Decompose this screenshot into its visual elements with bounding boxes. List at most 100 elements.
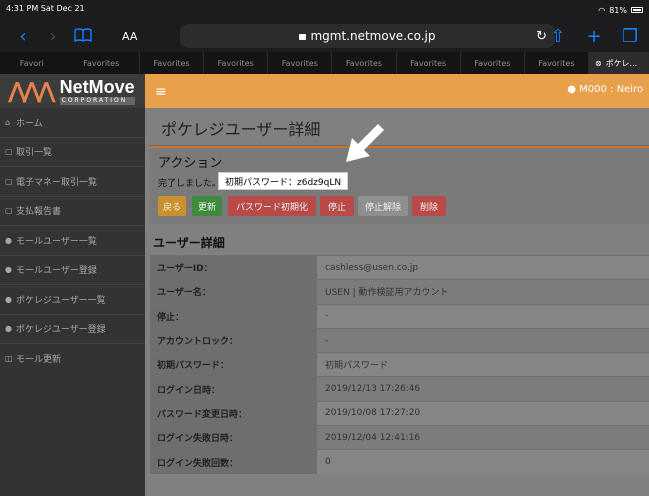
user-name: M000 : Neiro xyxy=(579,84,643,95)
tab-label: Favori xyxy=(19,58,44,68)
tab-favorites[interactable]: Favorites xyxy=(140,52,205,74)
battery-icon xyxy=(631,7,643,13)
users-icon: ● xyxy=(5,324,12,334)
close-tab-icon[interactable]: ⊗ xyxy=(595,59,602,68)
tab-favorites-group[interactable]: Favori Favorites xyxy=(0,52,140,74)
table-row: ユーザーID： cashless@usen.co.jp xyxy=(150,255,649,280)
sidebar-item-pokereji-users[interactable]: ● ポケレジユーザー一覧 xyxy=(0,285,145,315)
bookmarks-icon[interactable] xyxy=(68,26,98,47)
lock-icon xyxy=(299,34,307,40)
delete-button[interactable]: 削除 xyxy=(412,196,446,216)
battery-percent: 81% xyxy=(609,5,627,15)
row-key: 初期パスワード： xyxy=(150,353,317,377)
update-button[interactable]: 更新 xyxy=(192,196,222,216)
row-value: 2019/12/04 12:41:16 xyxy=(317,426,649,450)
sidebar-item-label: モールユーザー登録 xyxy=(16,266,97,277)
status-bar: 4:31 PM Sat Dec 21 ◠ 81% xyxy=(0,0,649,20)
user-icon: ● xyxy=(567,84,576,95)
reset-password-button[interactable]: パスワード初期化 xyxy=(228,196,316,216)
row-value: USEN | 動作検証用アカウント xyxy=(317,280,649,304)
share-icon[interactable]: ⇧ xyxy=(543,26,573,47)
tab-favorites[interactable]: Favorites xyxy=(461,52,525,74)
netmove-logo-icon: ⋀⋀⋀ xyxy=(8,78,56,104)
table-row: 初期パスワード： 初期パスワード xyxy=(150,352,649,377)
top-navbar: ≡ ● M000 : Neiro xyxy=(145,74,649,108)
action-title: アクション xyxy=(158,156,223,171)
sidebar-item-label: モールユーザー一覧 xyxy=(16,236,97,247)
safari-toolbar: ‹ › AA mgmt.netmove.co.jp ↻ ⇧ + ❐ xyxy=(0,20,649,52)
tab-bar: Favori Favorites Favorites Favorites Fav… xyxy=(0,52,649,74)
unsuspend-button[interactable]: 停止解除 xyxy=(358,196,408,216)
row-key: アカウントロック： xyxy=(150,328,317,353)
text-size-button[interactable]: AA xyxy=(122,30,137,43)
tab-favorites[interactable]: Favorites xyxy=(525,52,589,74)
sidebar-item-home[interactable]: ⌂ ホーム xyxy=(0,108,145,138)
row-value: 2019/10/08 17:27:20 xyxy=(317,401,649,426)
page-title: ポケレジユーザー詳細 xyxy=(161,120,321,139)
main-content: ポケレジユーザー詳細 アクション 完了しました。 初期パスワード：z6dz9qL… xyxy=(145,108,649,496)
user-menu[interactable]: ● M000 : Neiro xyxy=(567,84,643,95)
table-row: ログイン失敗日時： 2019/12/04 12:41:16 xyxy=(150,425,649,450)
tab-label: ポケレ... xyxy=(605,58,638,68)
row-value: - xyxy=(317,328,649,353)
row-key: ユーザー名： xyxy=(150,280,317,304)
ipad-screen: 4:31 PM Sat Dec 21 ◠ 81% ‹ › AA mgmt.net… xyxy=(0,0,649,496)
action-panel: アクション 完了しました。 初期パスワード：z6dz9qLN 戻る 更新 パスワ… xyxy=(150,146,649,224)
row-value: 2019/12/13 17:26:46 xyxy=(317,377,649,401)
table-row: パスワード変更日時： 2019/10/08 17:27:20 xyxy=(150,400,649,426)
sidebar-item-payment-report[interactable]: ▢ 支払報告書 xyxy=(0,197,145,226)
row-value: 0 xyxy=(317,450,649,474)
sidebar-item-label: 支払報告書 xyxy=(16,207,62,218)
brand-name: NetMove xyxy=(59,76,135,97)
new-tab-icon[interactable]: + xyxy=(579,26,609,47)
details-table: ユーザーID： cashless@usen.co.jp ユーザー名： USEN | … xyxy=(150,255,649,474)
sidebar-item-emoney-transactions[interactable]: ▢ 電子マネー取引一覧 xyxy=(0,167,145,197)
sidebar-item-transactions[interactable]: ▢ 取引一覧 xyxy=(0,138,145,167)
table-row: ユーザー名： USEN | 動作検証用アカウント xyxy=(150,279,649,304)
document-icon: ▢ xyxy=(5,147,13,157)
tab-favorites[interactable]: Favorites xyxy=(397,52,461,74)
sidebar-item-mall-update[interactable]: ◫ モール更新 xyxy=(0,344,145,374)
sidebar-item-label: 取引一覧 xyxy=(16,148,53,159)
back-button[interactable]: 戻る xyxy=(158,196,186,216)
row-value: - xyxy=(317,304,649,328)
table-row: ログイン日時： 2019/12/13 17:26:46 xyxy=(150,376,649,401)
hamburger-menu-icon[interactable]: ≡ xyxy=(155,84,167,100)
row-value: 初期パスワード xyxy=(317,353,649,377)
sidebar: ⌂ ホーム ▢ 取引一覧 ▢ 電子マネー取引一覧 ▢ 支払報告書 ● モールユーザー一覧 … xyxy=(0,108,145,496)
details-title: ユーザー詳細 xyxy=(153,236,225,250)
table-row: アカウントロック： - xyxy=(150,327,649,353)
tabs-overview-icon[interactable]: ❐ xyxy=(615,26,645,47)
url-text: mgmt.netmove.co.jp xyxy=(310,29,436,43)
brand-logo[interactable]: ⋀⋀⋀ NetMove CORPORATION xyxy=(0,74,145,108)
document-icon: ▢ xyxy=(5,176,13,186)
sidebar-item-mall-users[interactable]: ● モールユーザー一覧 xyxy=(0,226,145,256)
table-row: 停止： - xyxy=(150,303,649,328)
wifi-icon: ◠ xyxy=(598,5,606,15)
table-row: ログイン失敗回数： 0 xyxy=(150,449,649,474)
row-key: ログイン失敗日時： xyxy=(150,426,317,450)
pointer-arrow-icon xyxy=(346,124,384,162)
row-key: ユーザーID： xyxy=(150,256,317,280)
address-bar[interactable]: AA mgmt.netmove.co.jp ↻ xyxy=(122,24,555,48)
tab-label: Favorites xyxy=(83,58,120,68)
user-icon: ● xyxy=(5,235,12,245)
home-icon: ⌂ xyxy=(5,117,11,127)
tab-favorites[interactable]: Favorites xyxy=(204,52,269,74)
forward-icon[interactable]: › xyxy=(38,26,68,47)
row-value: cashless@usen.co.jp xyxy=(317,256,649,280)
suspend-button[interactable]: 停止 xyxy=(320,196,354,216)
cart-icon: ◫ xyxy=(5,354,13,364)
users-icon: ● xyxy=(5,294,12,304)
row-key: パスワード変更日時： xyxy=(150,401,317,426)
tab-favorites[interactable]: Favorites xyxy=(332,52,397,74)
sidebar-item-pokereji-user-register[interactable]: ● ポケレジユーザー登録 xyxy=(0,315,145,344)
row-key: ログイン日時： xyxy=(150,377,317,401)
sidebar-item-label: ポケレジユーザー登録 xyxy=(16,325,106,336)
back-icon[interactable]: ‹ xyxy=(8,26,38,47)
sidebar-item-label: 電子マネー取引一覧 xyxy=(16,177,98,188)
tab-favorites[interactable]: Favorites xyxy=(268,52,333,74)
sidebar-item-label: モール更新 xyxy=(16,355,62,366)
sidebar-item-mall-user-register[interactable]: ● モールユーザー登録 xyxy=(0,256,145,285)
tab-active[interactable]: ⊗ ポケレ... xyxy=(588,52,649,74)
